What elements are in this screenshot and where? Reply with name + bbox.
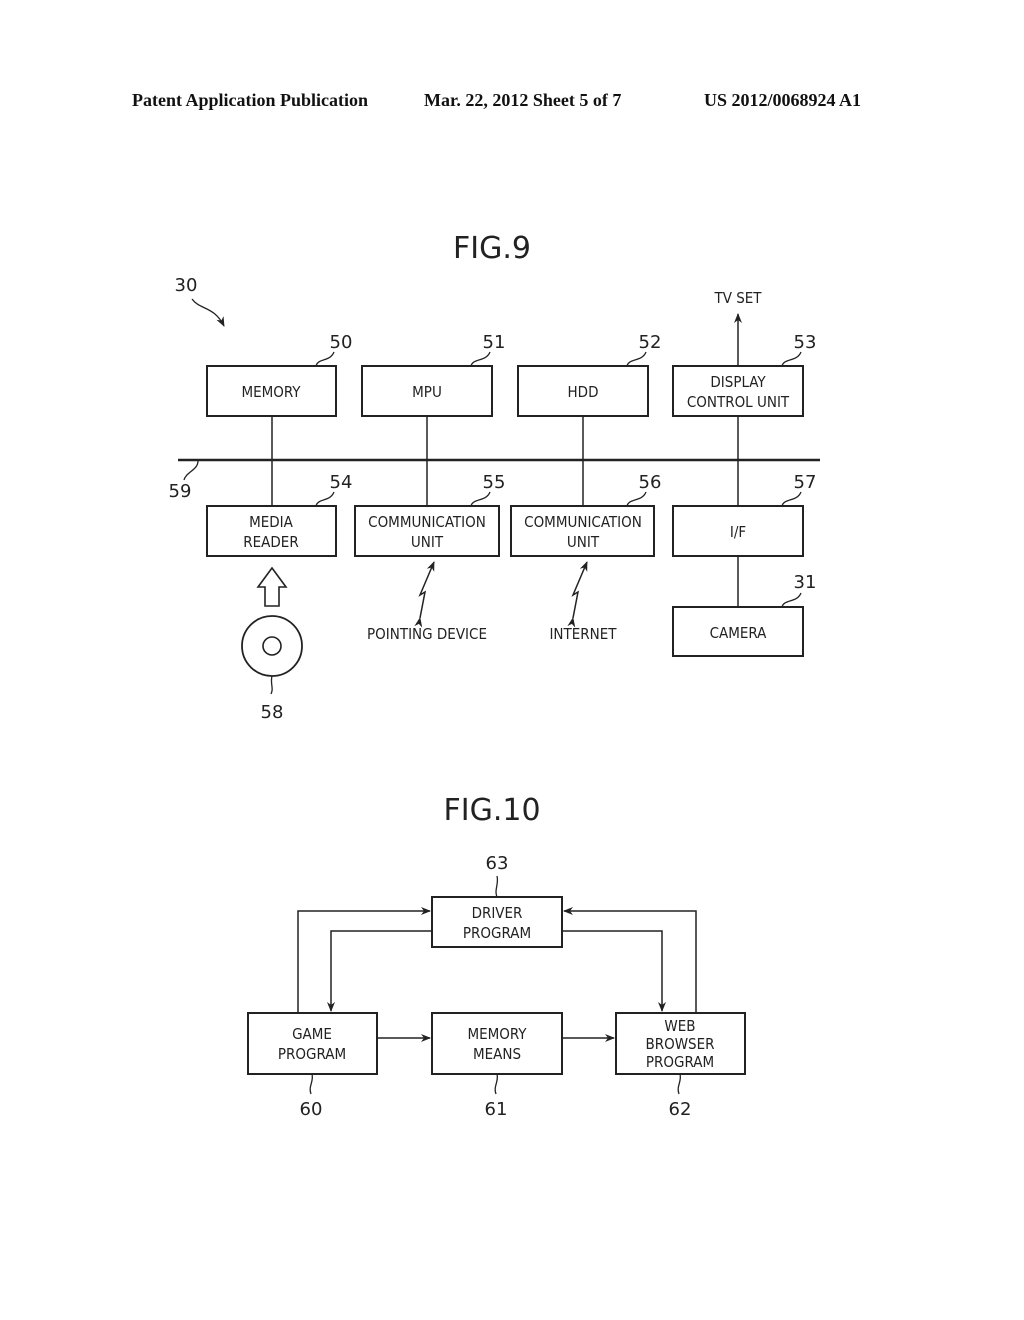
block-comm56-ref: 56 [639,472,662,493]
figure-9: FIG.9 30 59 TV SET MEMORY 50 MPU 51 HDD … [169,231,820,723]
ref-leader [315,351,335,367]
block-camera-label: CAMERA [710,624,768,642]
figure-10: FIG.10 DRIVER PROGRAM 63 GAME PROGRAM 60… [247,793,746,1120]
driver-to-game-arrow [327,930,432,1012]
memory-means-line2: MEANS [473,1045,521,1063]
game-program-line2: PROGRAM [278,1045,346,1063]
block-memory-label: MEMORY [241,383,301,401]
ref-leader [626,351,647,367]
block-communication-unit-56: COMMUNICATION UNIT 56 [510,472,662,557]
ref-leader [470,491,491,507]
ref-leader [315,491,335,507]
block-hdd-ref: 52 [639,332,662,353]
block-mpu-label: MPU [412,383,442,401]
memory-means-line1: MEMORY [467,1025,527,1043]
block-camera: CAMERA 31 [672,572,817,657]
block-display-label-line2: CONTROL UNIT [687,393,790,411]
block-media-reader-line1: MEDIA [249,513,294,531]
block-comm56-line2: UNIT [567,533,600,551]
web-browser-ref: 62 [669,1099,692,1120]
disc-hole-icon [262,636,282,656]
block-mpu-ref: 51 [483,332,506,353]
figures-canvas: FIG.9 30 59 TV SET MEMORY 50 MPU 51 HDD … [169,231,820,1120]
internet-label: INTERNET [549,625,617,643]
ref-leader [470,351,491,367]
driver-program-line2: PROGRAM [463,924,531,942]
ref-leader [309,1073,314,1095]
block-display-label-line1: DISPLAY [710,373,766,391]
block-media-reader-line2: READER [243,533,298,551]
driver-to-web-arrow [562,930,666,1012]
game-to-driver-arrow [297,907,431,1013]
block-memory-means: MEMORY MEANS 61 [431,1012,563,1120]
web-browser-line2: BROWSER [645,1035,714,1053]
pointing-device-label: POINTING DEVICE [367,625,487,643]
block-media-reader-ref: 54 [330,472,353,493]
ref-leader [494,1073,499,1095]
web-to-driver-arrow [563,907,697,1013]
ref-leader [626,491,647,507]
bus-ref-label: 59 [169,481,192,502]
block-game-program: GAME PROGRAM 60 [247,1012,378,1120]
block-hdd-label: HDD [568,383,599,401]
memory-means-ref: 61 [485,1099,508,1120]
media-insert-arrow-icon [256,566,288,607]
disc-leader [270,675,273,695]
driver-program-ref: 63 [486,853,509,874]
block-display-control-unit: DISPLAY CONTROL UNIT 53 [672,332,817,417]
bus-leader [183,460,199,481]
ref-leader [677,1073,682,1095]
game-program-ref: 60 [300,1099,323,1120]
block-display-ref: 53 [794,332,817,353]
ref-leader [781,351,802,367]
figure-10-title: FIG.10 [443,793,540,828]
pointing-device-wireless-link-icon [414,561,435,628]
system-pointer-arrow [191,298,225,327]
web-browser-line3: PROGRAM [646,1053,714,1071]
game-program-line1: GAME [292,1025,332,1043]
block-web-browser-program: WEB BROWSER PROGRAM 62 [615,1012,746,1120]
block-memory: MEMORY 50 [206,332,353,417]
block-camera-ref: 31 [794,572,817,593]
block-comm55-ref: 55 [483,472,506,493]
block-hdd: HDD 52 [517,332,662,417]
block-interface-label: I/F [730,523,746,541]
block-memory-ref: 50 [330,332,353,353]
tv-set-label: TV SET [713,289,762,307]
block-comm56-line1: COMMUNICATION [524,513,642,531]
ref-leader [781,491,802,507]
web-browser-line1: WEB [664,1017,695,1035]
block-comm55-line2: UNIT [411,533,444,551]
block-communication-unit-55: COMMUNICATION UNIT 55 [354,472,506,557]
block-comm55-line1: COMMUNICATION [368,513,486,531]
driver-program-line1: DRIVER [472,904,523,922]
block-mpu: MPU 51 [361,332,506,417]
figure-9-title: FIG.9 [453,231,531,266]
disc-ref-label: 58 [261,702,284,723]
block-interface-ref: 57 [794,472,817,493]
block-interface: I/F 57 [672,472,817,557]
ref-leader [495,875,499,898]
block-media-reader: MEDIA READER 54 [206,472,353,557]
block-driver-program: DRIVER PROGRAM 63 [431,853,563,948]
system-ref-label: 30 [175,275,198,296]
internet-wireless-link-icon [567,561,588,628]
ref-leader [781,592,802,608]
